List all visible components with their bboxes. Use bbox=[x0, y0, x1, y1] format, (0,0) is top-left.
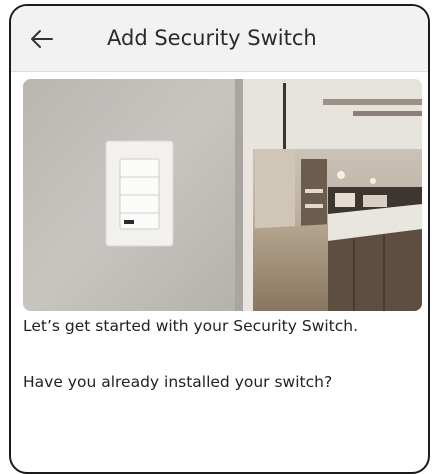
app-screen: Add Security Switch Let’s get started wi… bbox=[9, 4, 430, 474]
hero-image bbox=[23, 79, 422, 311]
arrow-left-icon bbox=[31, 30, 53, 48]
page-title: Add Security Switch bbox=[107, 26, 317, 50]
back-button[interactable] bbox=[25, 22, 59, 56]
header-bar: Add Security Switch bbox=[11, 6, 428, 72]
install-question: Have you already installed your switch? bbox=[23, 373, 333, 391]
intro-text: Let’s get started with your Security Swi… bbox=[23, 317, 359, 335]
